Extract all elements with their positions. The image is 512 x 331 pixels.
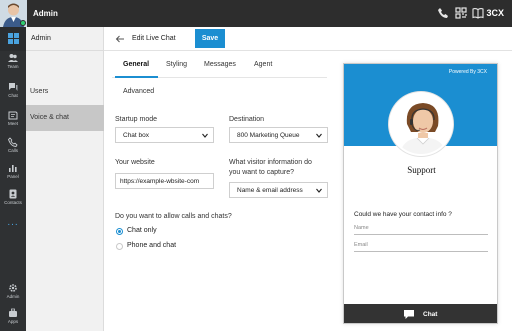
rail-label-admin: Admin	[6, 294, 20, 299]
rail-item-apps[interactable]: Apps	[0, 308, 26, 324]
active-tab-indicator	[115, 76, 158, 78]
team-icon	[8, 54, 18, 62]
rail-label-meet: Meet	[7, 121, 18, 126]
save-button[interactable]: Save	[195, 29, 225, 48]
agent-photo	[389, 92, 453, 156]
preview-name-field[interactable]: Name	[354, 223, 488, 235]
preview-chat-bar[interactable]: Chat	[344, 304, 497, 323]
tab-general[interactable]: General	[123, 61, 149, 68]
website-label: Your website	[115, 159, 155, 166]
user-name: Admin	[33, 9, 58, 18]
tab-styling[interactable]: Styling	[166, 61, 187, 68]
chevron-down-icon	[316, 188, 322, 193]
rail-label-chat: Chat	[8, 93, 18, 98]
chat-icon	[9, 83, 18, 91]
visitor-info-select[interactable]: Name & email address	[229, 182, 328, 198]
name-placeholder: Name	[354, 225, 369, 231]
meet-icon	[8, 111, 18, 120]
tab-agent[interactable]: Agent	[254, 61, 272, 68]
destination-select[interactable]: 800 Marketing Queue	[229, 127, 328, 143]
rail-label-panel: Panel	[7, 174, 19, 179]
rail-label-apps: Apps	[7, 319, 19, 324]
chat-label: Chat	[423, 311, 438, 318]
top-bar: Admin 3CX	[0, 0, 512, 27]
visitor-info-value: Name & email address	[237, 187, 303, 194]
app-logo: 3CX	[486, 8, 504, 18]
phone-icon[interactable]	[437, 7, 449, 19]
contacts-icon	[9, 189, 17, 199]
rail-label-contacts: Contacts	[4, 200, 22, 205]
subnav-item-voice-chat[interactable]: Voice & chat	[26, 105, 104, 131]
gear-icon	[9, 284, 17, 292]
startup-mode-select[interactable]: Chat box	[115, 127, 214, 143]
page-header: Edit Live Chat Save	[104, 27, 512, 51]
visitor-info-label-line1: What visitor information do	[229, 159, 312, 166]
qr-code-icon[interactable]	[455, 7, 467, 19]
apps-icon	[9, 308, 17, 317]
book-icon[interactable]	[472, 7, 484, 19]
rail-item-home[interactable]	[0, 27, 26, 51]
subnav-item-users[interactable]: Users	[26, 79, 104, 105]
preview-email-field[interactable]: Email	[354, 240, 488, 252]
startup-mode-label: Startup mode	[115, 116, 158, 123]
startup-mode-value: Chat box	[123, 132, 150, 139]
rail-item-meet[interactable]: Meet	[0, 110, 26, 126]
rail-label-team: Team	[7, 64, 19, 69]
preview-title: Support	[407, 165, 436, 175]
back-arrow-icon[interactable]	[115, 34, 125, 44]
calls-question: Do you want to allow calls and chats?	[115, 213, 232, 220]
rail-label-calls: Calls	[7, 148, 18, 153]
panel-icon	[9, 165, 17, 172]
destination-label: Destination	[229, 116, 265, 123]
email-placeholder: Email	[354, 242, 368, 248]
rail-item-calls[interactable]: Calls	[0, 137, 26, 153]
secondary-nav: Admin Users Voice & chat	[26, 27, 104, 331]
visitor-info-label-line2: you want to capture?	[229, 169, 294, 176]
chat-only-radio[interactable]	[116, 228, 123, 235]
website-value: https://example-wbsite-com	[120, 178, 200, 185]
rail-item-chat[interactable]: Chat	[0, 82, 26, 98]
left-rail: Team Chat Meet Calls Panel Contacts ...	[0, 27, 26, 331]
chevron-down-icon	[202, 133, 208, 138]
chat-widget-preview: Powered By 3CX Support Could we have you…	[343, 63, 498, 324]
tab-advanced[interactable]: Advanced	[123, 88, 154, 95]
tab-messages[interactable]: Messages	[204, 61, 236, 68]
destination-value: 800 Marketing Queue	[237, 132, 300, 139]
phone-and-chat-label[interactable]: Phone and chat	[127, 242, 176, 249]
rail-item-team[interactable]: Team	[0, 53, 26, 69]
chevron-down-icon	[316, 133, 322, 138]
website-input[interactable]: https://example-wbsite-com	[115, 173, 214, 189]
rail-item-admin[interactable]: Admin	[0, 283, 26, 299]
subnav-header: Admin	[26, 27, 104, 51]
chat-bubble-icon	[404, 310, 414, 319]
page-title: Edit Live Chat	[132, 35, 176, 42]
phone-and-chat-radio[interactable]	[116, 243, 123, 250]
rail-item-contacts[interactable]: Contacts	[0, 189, 26, 205]
contact-question: Could we have your contact info ?	[354, 211, 452, 218]
more-icon[interactable]: ...	[0, 217, 26, 228]
powered-by-label: Powered By 3CX	[448, 69, 487, 75]
rail-item-panel[interactable]: Panel	[0, 163, 26, 179]
chat-only-label[interactable]: Chat only	[127, 227, 157, 234]
windows-icon	[7, 33, 19, 44]
online-status-icon	[20, 20, 26, 26]
calls-icon	[8, 137, 18, 147]
